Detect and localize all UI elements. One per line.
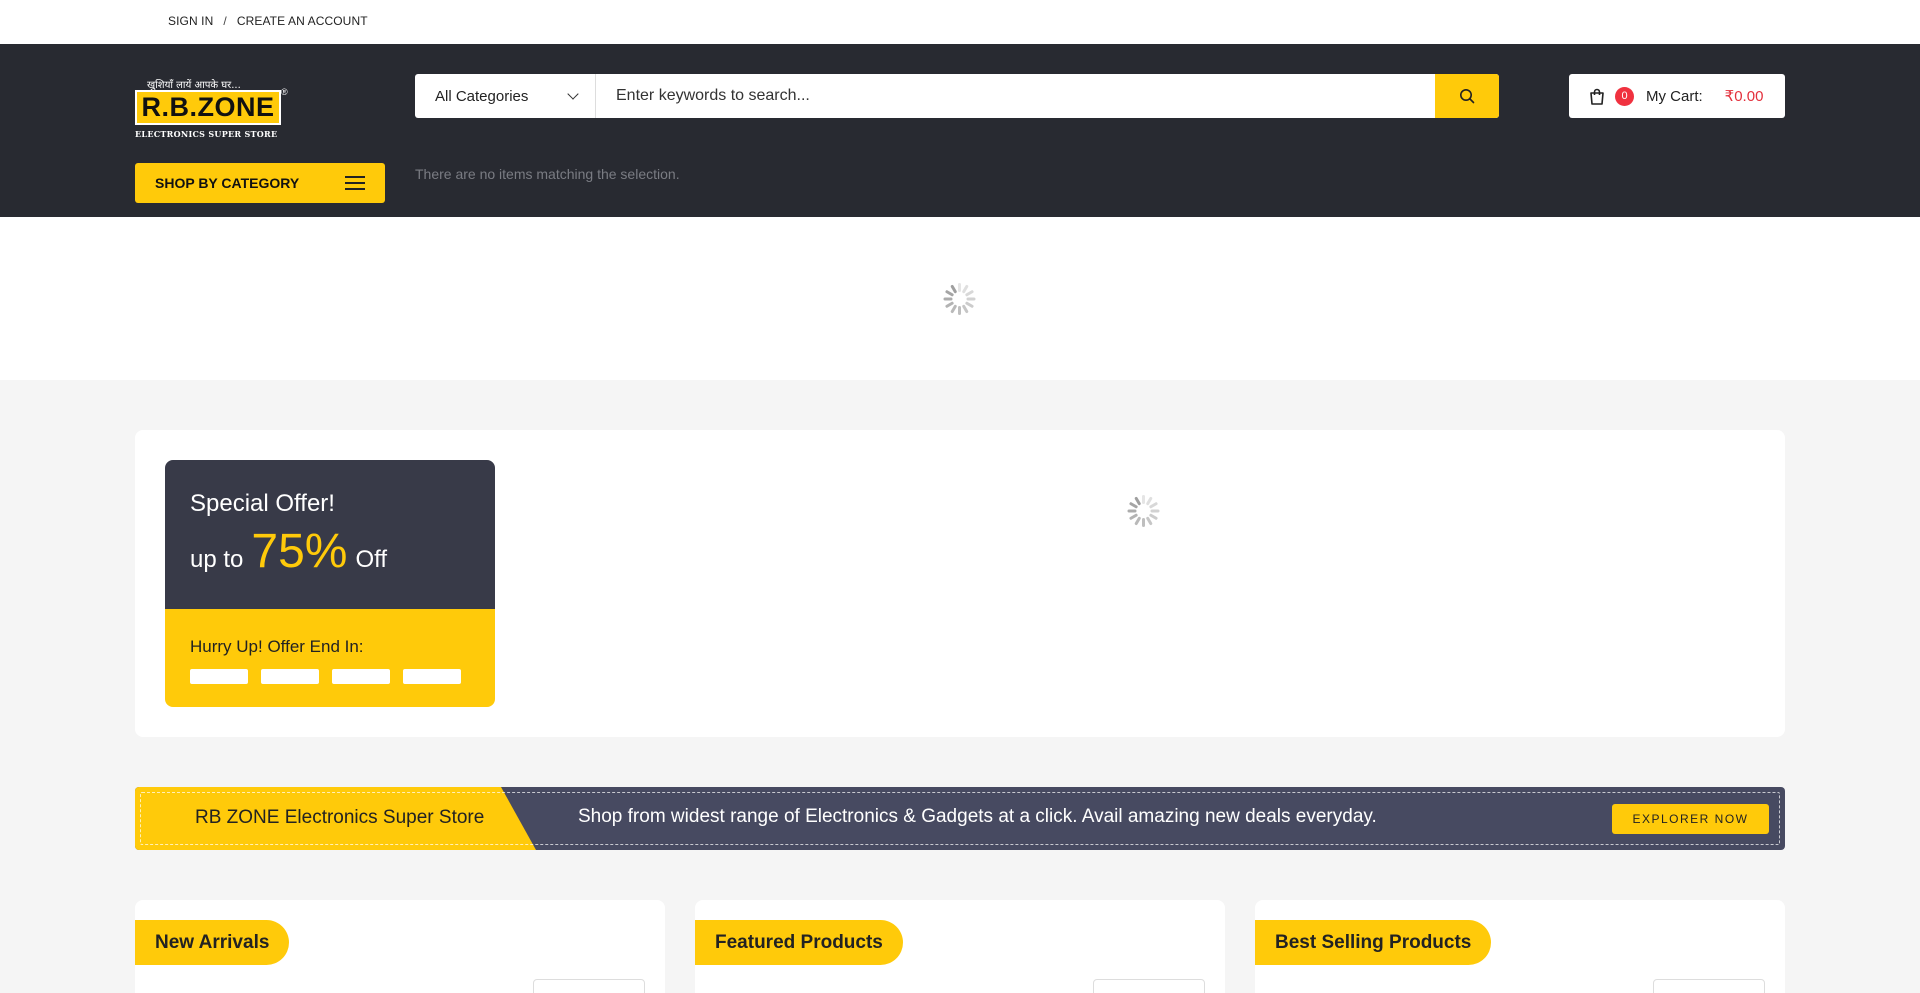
countdown-timer [190,669,470,684]
section-nav-control[interactable] [1653,979,1765,993]
loading-spinner-icon [1127,495,1160,527]
special-offer-card: Special Offer! up to 75% Off Hurry Up! O… [165,460,495,707]
cart-total: ₹0.00 [1724,88,1764,105]
top-bar: SIGN IN / CREATE AN ACCOUNT [0,0,1920,44]
mini-cart[interactable]: 0 My Cart: ₹0.00 [1569,74,1785,118]
account-links: SIGN IN / CREATE AN ACCOUNT [168,14,368,28]
hamburger-menu-icon [345,176,365,190]
offer-percent: 75% [251,525,348,578]
search-input[interactable] [596,74,1435,118]
logo-tagline: खुशियाँ लायें आपके घर... [147,80,241,91]
banner-message: Shop from widest range of Electronics & … [578,806,1377,827]
search-status-text: There are no items matching the selectio… [415,166,680,182]
section-title: Best Selling Products [1255,920,1492,965]
featured-products-section: Featured Products [695,900,1225,993]
site-header: खुशियाँ लायें आपके घर... R.B.ZONE ® ELEC… [0,44,1920,217]
link-separator: / [223,14,227,28]
logo-name: R.B.ZONE [141,92,275,122]
hero-slider [0,217,1920,380]
registered-mark: ® [281,87,288,97]
section-nav-control[interactable] [1093,979,1205,993]
category-select-value: All Categories [435,87,529,105]
banner-store-name: RB ZONE Electronics Super Store [195,807,485,828]
offer-countdown: Hurry Up! Offer End In: [165,609,495,707]
countdown-minutes [332,669,390,684]
special-offer-panel: Special Offer! up to 75% Off Hurry Up! O… [135,430,1785,737]
store-logo[interactable]: खुशियाँ लायें आपके घर... R.B.ZONE ® ELEC… [135,77,289,149]
offer-card-header: Special Offer! up to 75% Off [165,460,495,609]
offer-discount: up to 75% Off [190,524,470,579]
offer-off: Off [355,546,388,573]
countdown-days [190,669,248,684]
create-account-link[interactable]: CREATE AN ACCOUNT [237,14,368,28]
sign-in-link[interactable]: SIGN IN [168,14,213,28]
section-title: Featured Products [695,920,903,965]
search-button[interactable] [1435,74,1499,118]
logo-subtitle: ELECTRONICS SUPER STORE [135,129,278,139]
logo-mark: R.B.ZONE [135,90,281,125]
shopping-bag-icon [1590,88,1604,105]
countdown-seconds [403,669,461,684]
promo-banner: RB ZONE Electronics Super Store Shop fro… [135,787,1785,850]
section-nav-control[interactable] [533,979,645,993]
shop-by-category-button[interactable]: SHOP BY CATEGORY [135,163,385,203]
explore-now-button[interactable]: EXPLORER NOW [1612,804,1769,834]
offer-hurry-text: Hurry Up! Offer End In: [190,637,364,656]
offer-title: Special Offer! [190,490,335,517]
cart-count-badge: 0 [1615,86,1634,106]
shop-by-category-label: SHOP BY CATEGORY [155,175,300,191]
loading-spinner-icon [943,283,976,315]
search-icon [1460,89,1475,104]
cart-label: My Cart: [1646,87,1703,105]
section-title: New Arrivals [135,920,290,965]
best-selling-section: Best Selling Products [1255,900,1785,993]
chevron-down-icon [567,88,579,100]
category-select[interactable]: All Categories [415,74,596,118]
new-arrivals-section: New Arrivals [135,900,665,993]
countdown-hours [261,669,319,684]
search-bar: All Categories [415,74,1499,118]
offer-up-to: up to [190,546,244,573]
